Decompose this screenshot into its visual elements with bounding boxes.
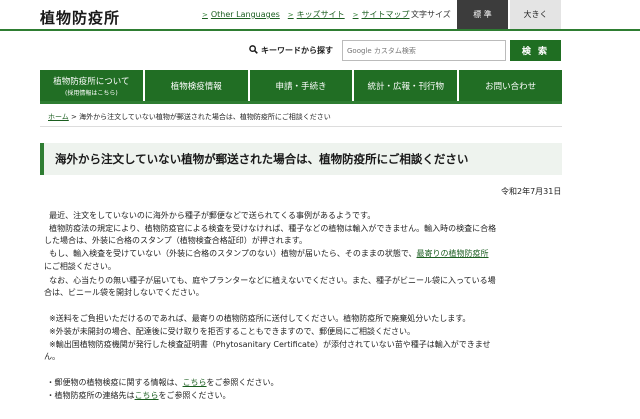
contact-info-link[interactable]: こちら — [135, 391, 159, 400]
bullet-2-suffix: をご参照ください。 — [158, 391, 231, 400]
nav-item-label: 申請・手続き — [275, 81, 327, 92]
bullet-2-text: ・植物防疫所の連絡先は — [46, 391, 135, 400]
search-bar: キーワードから探す — [249, 40, 506, 61]
kids-site-label: キッズサイト — [296, 10, 345, 19]
nav-item-statistics[interactable]: 統計・広報・刊行物 — [354, 70, 458, 101]
nav-item-about[interactable]: 植物防疫所について (採用情報はこちら) — [40, 70, 143, 101]
breadcrumb-divider — [40, 126, 562, 127]
bullet-1-suffix: をご参照ください。 — [206, 378, 279, 387]
note-2: ※外装が未開封の場合、配達後に受け取りを拒否することもできますので、郵便局にご相… — [44, 326, 564, 338]
sitemap-link[interactable]: > サイトマップ — [353, 9, 410, 20]
nav-item-sublabel: (採用情報はこちら) — [65, 89, 118, 97]
global-nav: 植物防疫所について (採用情報はこちら) 植物検疫情報 申請・手続き 統計・広報… — [40, 70, 562, 101]
note-3-line-2: ん。 — [44, 351, 564, 363]
paragraph-1-text: 最近、注文をしていないのに海外から種子が郵便などで送られてくる事例があるようです… — [49, 211, 376, 220]
note-3-line-1: ※輸出国植物防疫機関が発行した検査証明書（Phytosanitary Certi… — [44, 339, 564, 351]
nav-divider — [40, 101, 562, 104]
paragraph-2-text-a: 植物防疫法の規定により、植物防疫官による検査を受けなければ、種子などの植物は輸入… — [49, 224, 497, 233]
nearest-office-link[interactable]: 最寄りの植物防疫所 — [417, 249, 489, 258]
chevron-right-icon: > — [287, 10, 294, 19]
page-title: 海外から注文していない植物が郵送された場合は、植物防疫所にご相談ください — [55, 152, 469, 166]
paragraph-3-line-2: にご相談ください。 — [44, 262, 116, 271]
nav-item-label: 植物防疫所について — [53, 76, 130, 87]
note-1-text: ※送料をご負担いただけるのであれば、最寄りの植物防疫所に送付してください。植物防… — [49, 314, 471, 323]
other-languages-link[interactable]: > Other Languages — [202, 9, 280, 20]
search-label-text: キーワードから探す — [261, 46, 333, 55]
search-input[interactable] — [342, 40, 506, 61]
sitemap-label: サイトマップ — [361, 10, 410, 19]
other-languages-label: Other Languages — [210, 10, 280, 19]
page-title-box: 海外から注文していない植物が郵送された場合は、植物防疫所にご相談ください — [40, 143, 562, 175]
breadcrumb-separator: > — [71, 113, 77, 121]
search-label: キーワードから探す — [249, 44, 342, 57]
kids-site-link[interactable]: > キッズサイト — [288, 9, 345, 20]
paragraph-3-text-a: もし、輸入検査を受けていない（外装に合格のスタンプのない）植物が届いたら、そのま… — [49, 249, 417, 258]
search-button[interactable]: 検 索 — [510, 40, 561, 61]
bullet-1-text: ・郵便物の植物検疫に関する情報は、 — [46, 378, 183, 387]
nav-item-label: 植物検疫情報 — [170, 81, 222, 92]
nav-item-contact[interactable]: お問い合わせ — [459, 70, 562, 101]
chevron-right-icon: > — [352, 10, 359, 19]
breadcrumb: ホーム > 海外から注文していない植物が郵送された場合は、植物防疫所にご相談くだ… — [48, 112, 331, 122]
site-header: 植物防疫所 > Other Languages > キッズサイト > サイトマップ 文… — [0, 0, 640, 32]
nav-item-label: 統計・広報・刊行物 — [367, 81, 445, 92]
publish-date: 令和2年7月31日 — [501, 187, 562, 196]
font-standard-button[interactable]: 標 準 — [457, 0, 508, 29]
header-divider — [0, 29, 640, 31]
site-title[interactable]: 植物防疫所 — [40, 7, 120, 28]
note-3-text-b: ん。 — [44, 352, 60, 361]
note-1: ※送料をご負担いただけるのであれば、最寄りの植物防疫所に送付してください。植物防… — [44, 313, 564, 325]
note-2-text: ※外装が未開封の場合、配達後に受け取りを拒否することもできますので、郵便局にご相… — [49, 327, 415, 336]
chevron-right-icon: > — [202, 10, 208, 19]
paragraph-2-line-1: 植物防疫法の規定により、植物防疫官による検査を受けなければ、種子などの植物は輸入… — [44, 223, 564, 235]
paragraph-4-line-1: なお、心当たりの無い種子が届いても、庭やプランターなどに植えないでください。また… — [44, 275, 564, 287]
search-icon — [249, 44, 258, 57]
paragraph-4-text-a: なお、心当たりの無い種子が届いても、庭やプランターなどに植えないでください。また… — [49, 276, 496, 285]
breadcrumb-current: 海外から注文していない植物が郵送された場合は、植物防疫所にご相談ください — [79, 113, 331, 121]
bullet-2: ・植物防疫所の連絡先はこちらをご参照ください。 — [44, 390, 564, 402]
nav-item-applications[interactable]: 申請・手続き — [249, 70, 353, 101]
bullet-1: ・郵便物の植物検疫に関する情報は、こちらをご参照ください。 — [44, 377, 564, 389]
utility-links: > Other Languages > キッズサイト > サイトマップ — [202, 9, 410, 20]
paragraph-3-line-1: もし、輸入検査を受けていない（外装に合格のスタンプのない）植物が届いたら、そのま… — [44, 248, 564, 260]
paragraph-4-line-2: 合は、ビニール袋を開封しないでください。 — [44, 288, 204, 297]
breadcrumb-home-link[interactable]: ホーム — [48, 113, 69, 121]
paragraph-1: 最近、注文をしていないのに海外から種子が郵便などで送られてくる事例があるようです… — [44, 210, 564, 222]
nav-item-quarantine-info[interactable]: 植物検疫情報 — [144, 70, 248, 101]
paragraph-2-line-2: した場合は、外装に合格のスタンプ（植物検査合格証印）が押されます。 — [44, 236, 307, 245]
mail-quarantine-info-link[interactable]: こちら — [183, 378, 207, 387]
nav-item-label: お問い合わせ — [485, 81, 537, 92]
font-large-button[interactable]: 大きく — [510, 0, 561, 29]
note-3-text-a: ※輸出国植物防疫機関が発行した検査証明書（Phytosanitary Certi… — [49, 340, 491, 349]
font-size-label: 文字サイズ — [411, 10, 451, 19]
